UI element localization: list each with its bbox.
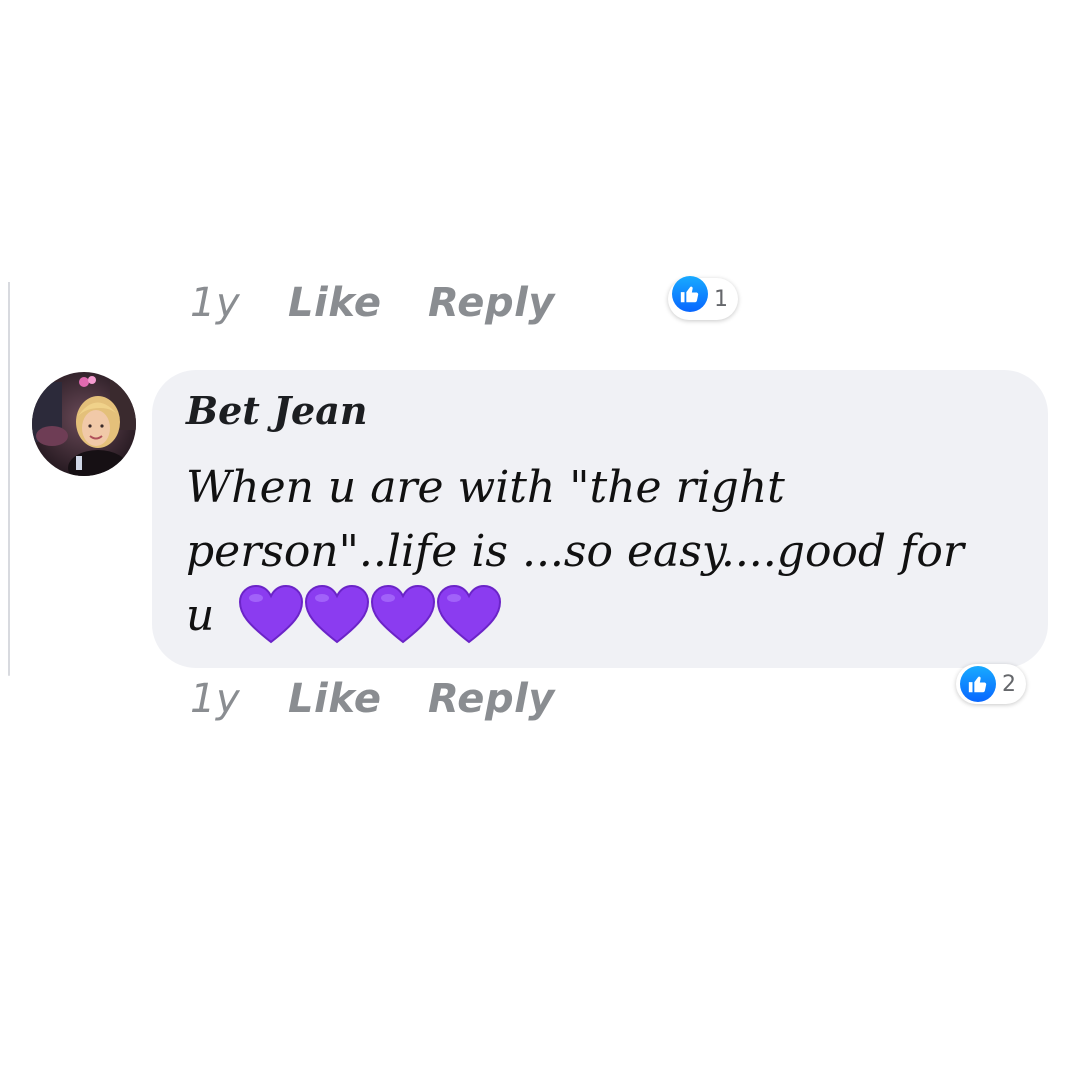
comment-reply-button[interactable]: Reply (428, 676, 555, 722)
comment-text-block: When u are with "the right person"..life… (186, 456, 1006, 648)
purple-heart-icon (238, 584, 304, 644)
previous-comment-like-button[interactable]: Like (288, 280, 428, 326)
comment-reaction-summary[interactable]: 2 (956, 664, 1026, 704)
emoji-group (238, 584, 502, 644)
comment-bubble: Bet Jean When u are with "the right pers… (152, 370, 1048, 668)
previous-comment-reply-button[interactable]: Reply (428, 280, 555, 326)
comment-author-name[interactable]: Bet Jean (186, 388, 367, 433)
profile-photo (32, 372, 136, 476)
previous-comment-reaction-summary[interactable]: 1 (668, 276, 738, 320)
previous-comment-timestamp[interactable]: 1y (190, 280, 288, 326)
avatar[interactable] (32, 372, 136, 476)
comment-thread: 1y Like Reply 1 Bet Jean When u are with… (0, 0, 1080, 1080)
previous-comment-reaction-count: 1 (714, 286, 728, 312)
thread-connector-line (8, 282, 10, 676)
thumbs-up-icon (960, 666, 996, 702)
comment-like-button[interactable]: Like (288, 676, 428, 722)
purple-heart-icon (370, 584, 436, 644)
comment-reaction-count: 2 (1002, 671, 1016, 697)
thumbs-up-icon (672, 276, 708, 312)
comment-actions: 1y Like Reply (190, 676, 555, 722)
previous-comment-actions: 1y Like Reply (190, 280, 555, 326)
comment-timestamp[interactable]: 1y (190, 676, 288, 722)
purple-heart-icon (436, 584, 502, 644)
purple-heart-icon (304, 584, 370, 644)
